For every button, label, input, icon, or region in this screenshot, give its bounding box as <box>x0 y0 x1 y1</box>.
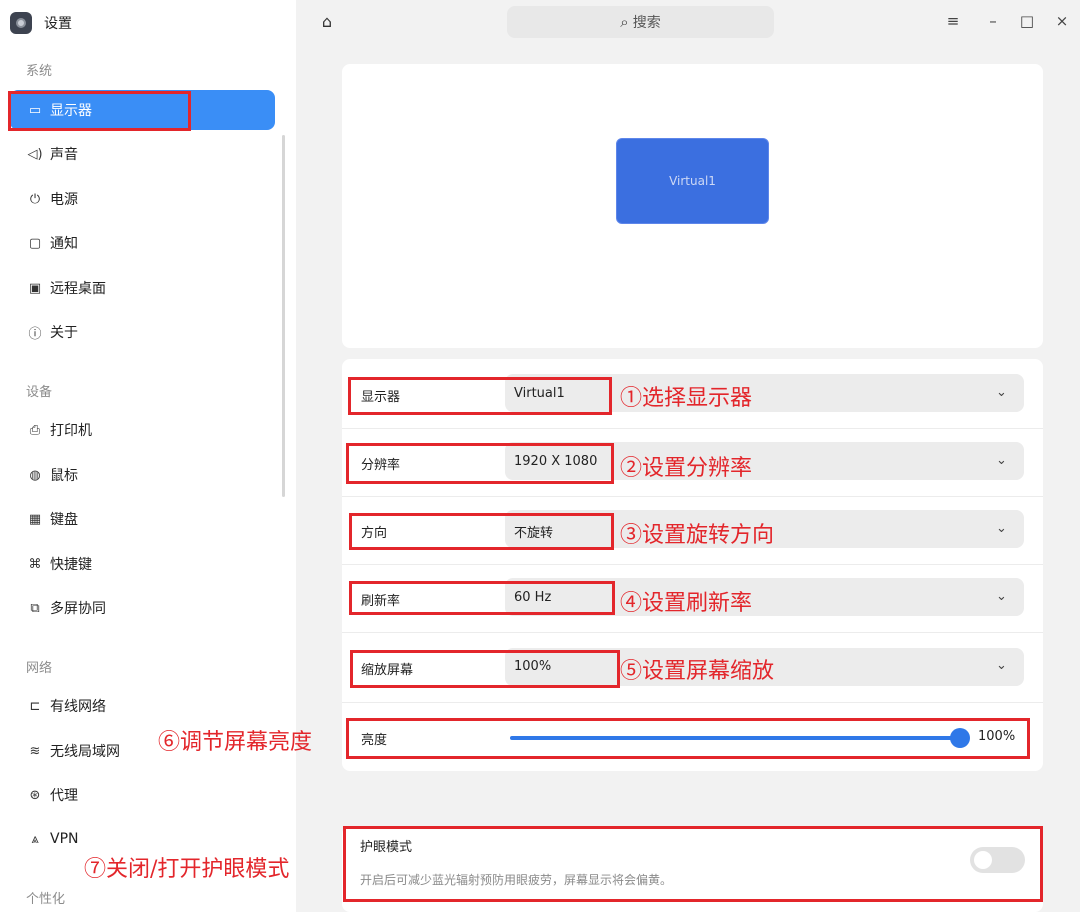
chevron-down-icon: ⌄ <box>996 658 1007 673</box>
sidebar-item-shortcuts[interactable]: ⌘ 快捷键 <box>10 544 275 584</box>
sidebar-item-keyboard[interactable]: ▦ 键盘 <box>10 499 275 539</box>
sidebar-item-power[interactable]: ⏻ 电源 <box>10 179 275 219</box>
sidebar-item-label: 键盘 <box>50 512 78 528</box>
info-icon: ⓘ <box>28 326 42 342</box>
annotation-box <box>348 377 612 415</box>
monitor-preview-label: Virtual1 <box>669 174 716 188</box>
sidebar-item-label: 打印机 <box>50 423 92 439</box>
section-label-personalization: 个性化 <box>26 892 66 907</box>
maximize-button[interactable]: □ <box>1016 10 1038 32</box>
monitor-preview[interactable]: Virtual1 <box>616 138 769 224</box>
printer-icon: ⎙ <box>29 422 41 438</box>
search-icon: ⌕ <box>620 13 629 31</box>
divider <box>342 702 1043 703</box>
chevron-down-icon: ⌄ <box>996 453 1007 468</box>
multi-screen-icon: ⧉ <box>30 600 40 616</box>
mouse-icon: ◍ <box>29 467 41 483</box>
sidebar-item-label: 有线网络 <box>50 699 106 715</box>
home-icon: ⌂ <box>321 12 333 31</box>
menu-button[interactable]: ≡ <box>942 10 964 32</box>
wired-network-icon: ⊏ <box>29 698 41 714</box>
annotation-box <box>343 826 1043 902</box>
sidebar: 设置 系统 ▭ 显示器 ◁) 声音 ⏻ 电源 ▢ 通知 ▣ 远程桌面 ⓘ 关于 … <box>0 0 296 912</box>
search-placeholder: 搜索 <box>632 15 661 31</box>
shortcut-icon: ⌘ <box>28 556 42 572</box>
divider <box>342 564 1043 565</box>
home-button[interactable]: ⌂ <box>316 12 338 34</box>
chevron-down-icon: ⌄ <box>996 521 1007 536</box>
annotation-text: ③设置旋转方向 <box>620 523 775 548</box>
proxy-icon: ⊛ <box>29 787 41 803</box>
vpn-icon: ⩓ <box>31 831 39 847</box>
section-label-system: 系统 <box>26 64 53 79</box>
sidebar-item-proxy[interactable]: ⊛ 代理 <box>10 775 275 815</box>
annotation-box <box>8 91 191 131</box>
sidebar-item-label: 通知 <box>50 236 78 252</box>
divider <box>342 496 1043 497</box>
annotation-box <box>349 513 614 550</box>
annotation-text: ⑥调节屏幕亮度 <box>158 730 313 755</box>
sidebar-item-multi-screen[interactable]: ⧉ 多屏协同 <box>10 588 275 628</box>
app-title: 设置 <box>44 16 72 32</box>
divider <box>342 428 1043 429</box>
annotation-text: ②设置分辨率 <box>620 456 753 481</box>
app-header: 设置 <box>10 10 72 36</box>
chat-bubble-icon: ▢ <box>28 235 42 251</box>
sidebar-item-label: 关于 <box>50 325 78 341</box>
chevron-down-icon: ⌄ <box>996 385 1007 400</box>
speaker-icon: ◁) <box>27 146 43 162</box>
sidebar-item-label: VPN <box>50 831 79 847</box>
sidebar-item-label: 鼠标 <box>50 468 78 484</box>
section-label-network: 网络 <box>26 661 53 676</box>
annotation-text: ④设置刷新率 <box>620 591 753 616</box>
chevron-down-icon: ⌄ <box>996 589 1007 604</box>
divider <box>342 632 1043 633</box>
sidebar-item-label: 多屏协同 <box>50 601 106 617</box>
sidebar-item-notification[interactable]: ▢ 通知 <box>10 223 275 263</box>
sidebar-item-about[interactable]: ⓘ 关于 <box>10 312 275 352</box>
remote-desktop-icon: ▣ <box>28 280 42 296</box>
sidebar-item-label: 声音 <box>50 147 78 163</box>
wifi-icon: ≋ <box>29 743 41 759</box>
annotation-text: ⑤设置屏幕缩放 <box>620 659 775 684</box>
sidebar-item-label: 无线局域网 <box>50 744 120 760</box>
sidebar-item-label: 远程桌面 <box>50 281 106 297</box>
sidebar-item-printer[interactable]: ⎙ 打印机 <box>10 410 275 450</box>
settings-app-icon <box>10 12 32 34</box>
sidebar-item-label: 电源 <box>50 192 78 208</box>
section-label-devices: 设备 <box>26 385 53 400</box>
annotation-box <box>349 581 615 615</box>
sidebar-item-remote-desktop[interactable]: ▣ 远程桌面 <box>10 268 275 308</box>
annotation-box <box>350 650 620 688</box>
sidebar-item-wired-network[interactable]: ⊏ 有线网络 <box>10 686 275 726</box>
power-icon: ⏻ <box>29 191 41 207</box>
close-button[interactable]: × <box>1051 10 1073 32</box>
sidebar-item-label: 快捷键 <box>50 557 92 573</box>
sidebar-scrollbar[interactable] <box>282 135 285 497</box>
search-input[interactable]: ⌕ 搜索 <box>507 6 774 38</box>
sidebar-item-sound[interactable]: ◁) 声音 <box>10 134 275 174</box>
sidebar-item-mouse[interactable]: ◍ 鼠标 <box>10 455 275 495</box>
annotation-box <box>346 718 1030 759</box>
annotation-text: ①选择显示器 <box>620 386 753 411</box>
keyboard-icon: ▦ <box>28 511 42 527</box>
annotation-box <box>346 443 614 484</box>
display-settings-panel <box>342 359 1043 771</box>
annotation-text: ⑦关闭/打开护眼模式 <box>84 857 290 882</box>
sidebar-item-label: 代理 <box>50 788 78 804</box>
minimize-button[interactable]: – <box>982 10 1004 32</box>
